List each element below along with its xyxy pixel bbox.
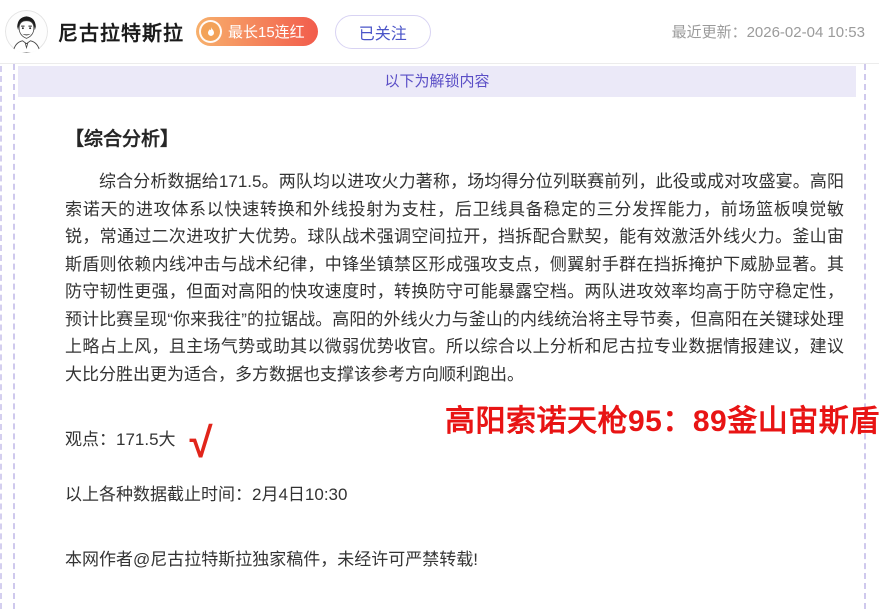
streak-badge-label: 最长15连红 bbox=[228, 21, 305, 42]
flame-icon bbox=[199, 20, 222, 43]
section-title: 【综合分析】 bbox=[15, 124, 864, 151]
copyright-notice: 本网作者@尼古拉特斯拉独家稿件，未经许可严禁转载! bbox=[15, 545, 864, 570]
unlocked-content-box: 以下为解锁内容 【综合分析】 综合分析数据给171.5。两队均以进攻火力著称，场… bbox=[13, 64, 866, 609]
author-name: 尼古拉特斯拉 bbox=[58, 17, 184, 46]
unlock-banner: 以下为解锁内容 bbox=[18, 66, 856, 97]
data-cutoff-text: 以上各种数据截止时间：2月4日10:30 bbox=[15, 480, 864, 505]
score-prediction: 高阳索诺天枪95：89釜山宙斯盾 bbox=[445, 396, 879, 440]
portrait-icon bbox=[5, 40, 48, 53]
author-avatar[interactable] bbox=[5, 10, 48, 53]
last-updated-text: 最近更新：2026-02-04 10:53 bbox=[672, 21, 865, 42]
author-header: 尼古拉特斯拉 最长15连红 已关注 最近更新：2026-02-04 10:53 bbox=[0, 0, 879, 64]
analysis-paragraph: 综合分析数据给171.5。两队均以进攻火力著称，场均得分位列联赛前列，此役或成对… bbox=[15, 168, 864, 388]
followed-button[interactable]: 已关注 bbox=[335, 15, 431, 49]
viewpoint-label: 观点：171.5大 bbox=[65, 430, 176, 449]
streak-badge: 最长15连红 bbox=[196, 17, 318, 46]
page-edge-dashed-border bbox=[0, 66, 2, 609]
